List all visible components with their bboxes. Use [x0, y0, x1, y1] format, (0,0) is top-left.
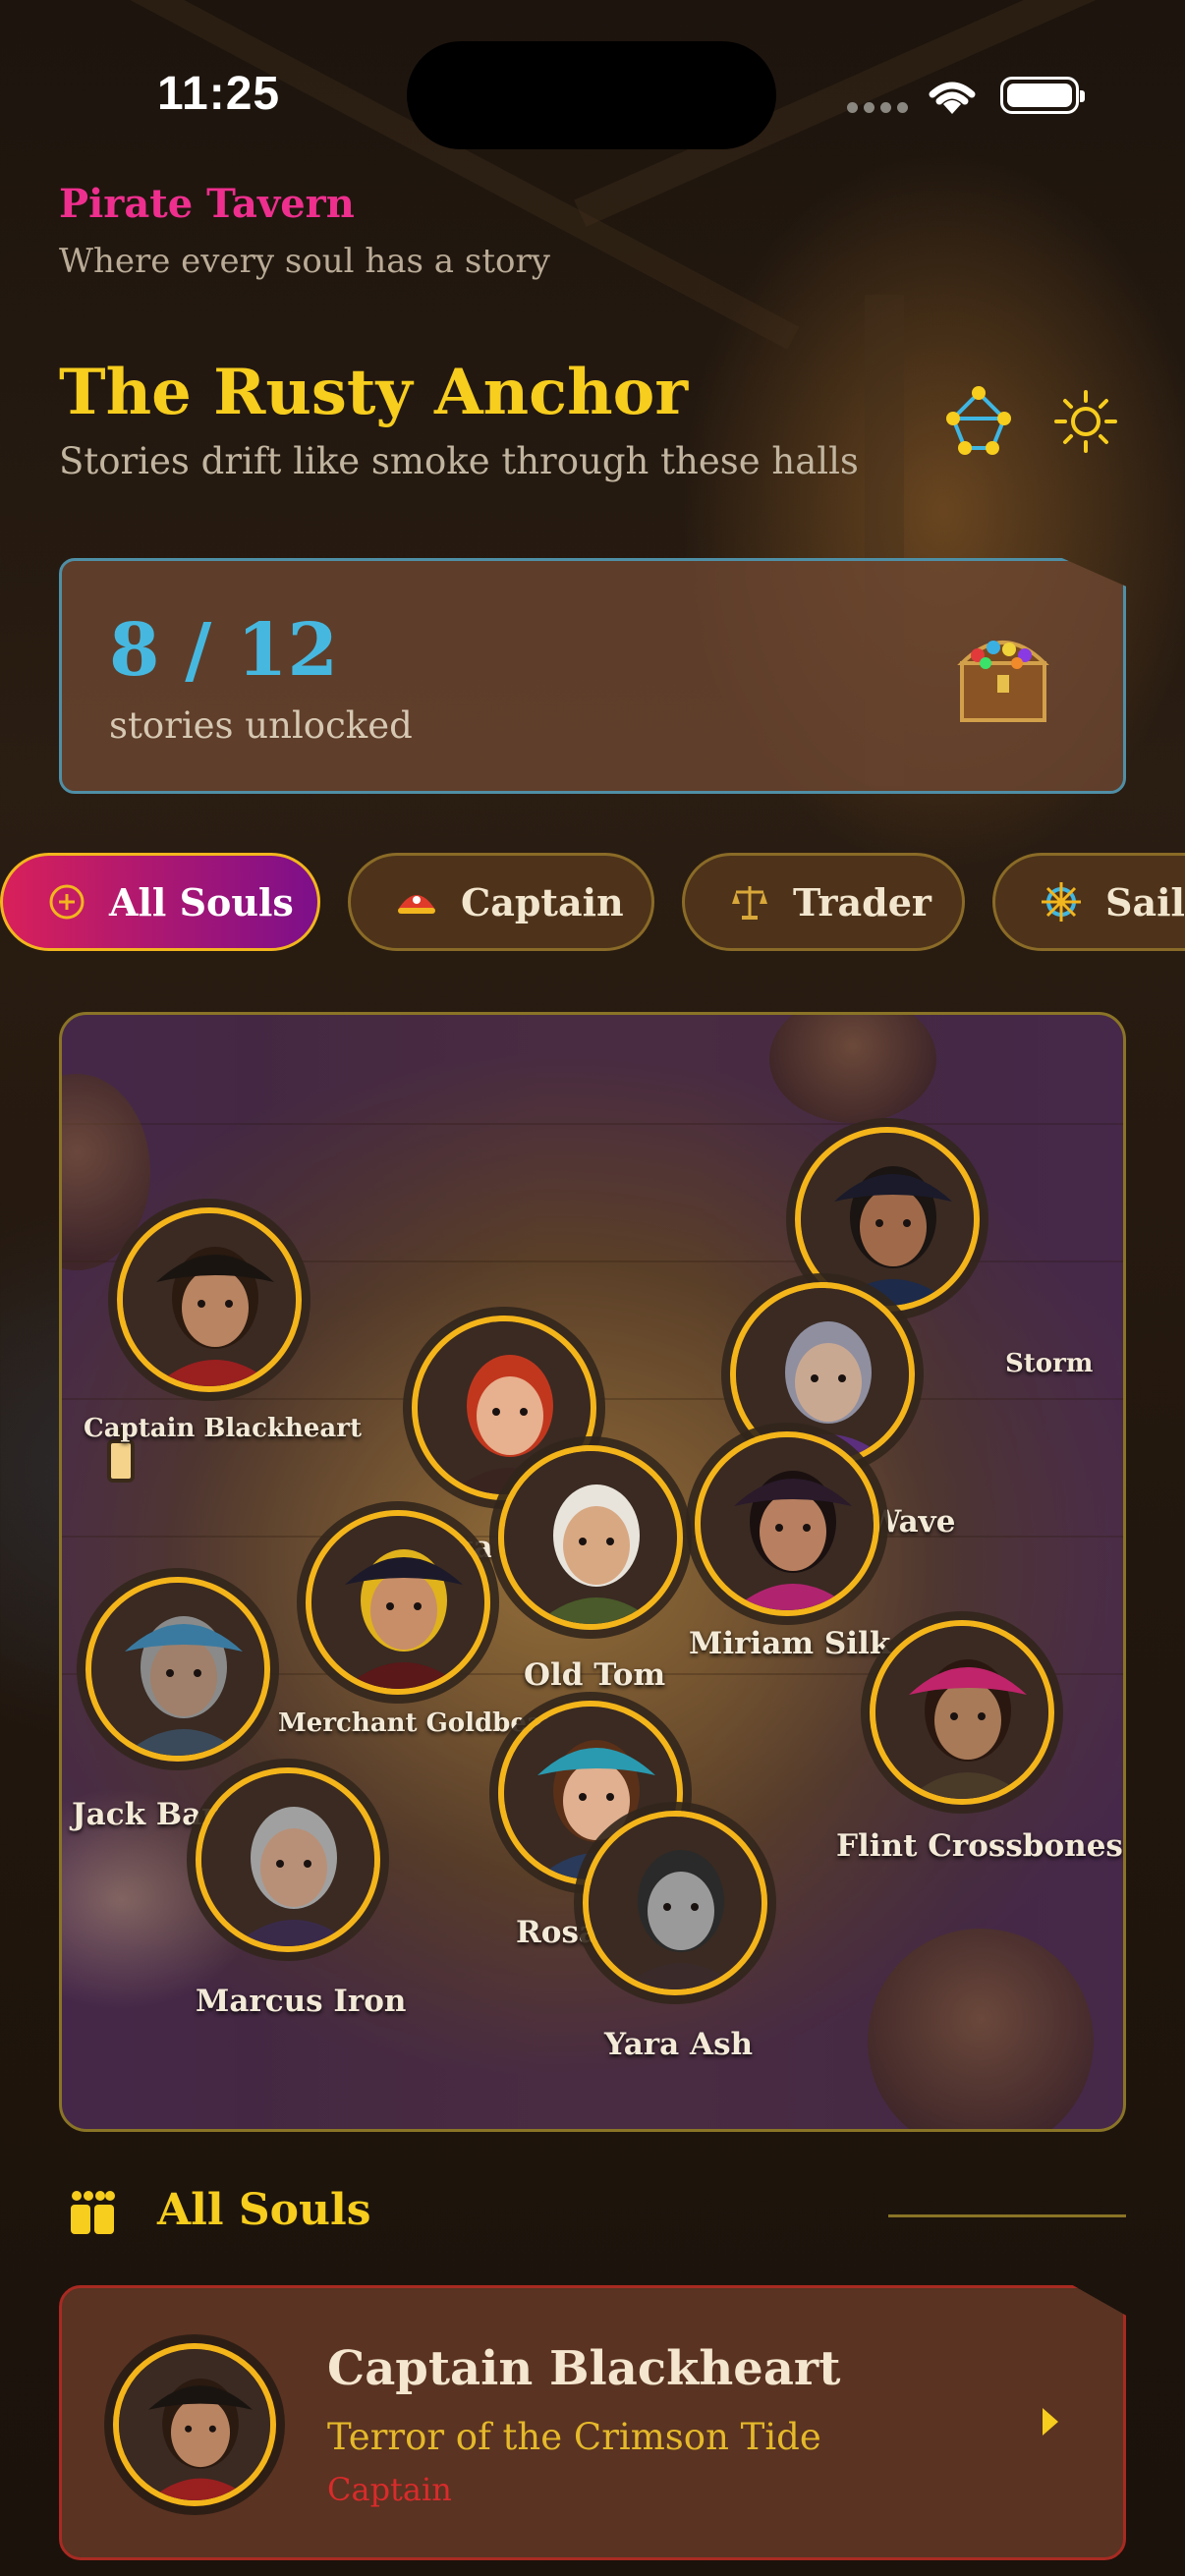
dynamic-island [407, 41, 776, 149]
cellular-signal-icon [847, 102, 908, 113]
soul-name-label: Storm [1005, 1349, 1094, 1378]
soul-card-captain-blackheart[interactable]: Captain Blackheart Terror of the Crimson… [59, 2285, 1126, 2560]
network-graph-icon[interactable] [945, 385, 1012, 456]
chevron-right-icon [1043, 2408, 1058, 2436]
app-title: Pirate Tavern [59, 181, 355, 227]
stories-progress-card: 8 / 12 stories unlocked [59, 558, 1126, 794]
venue-subtitle: Stories drift like smoke through these h… [59, 440, 859, 482]
soul-card-role: Captain [327, 2471, 452, 2508]
soul-name-label: Marcus Iron [196, 1984, 407, 2019]
filter-chip-label: Captain [461, 879, 624, 924]
soul-name-label: Yara Ash [604, 2027, 754, 2062]
filter-chip-trader[interactable]: Trader [682, 853, 965, 951]
portrait [498, 1445, 683, 1630]
soul-name-label: Old Tom [524, 1657, 666, 1693]
filter-chip-sailor[interactable]: Sailor [992, 853, 1185, 951]
portrait [870, 1620, 1054, 1805]
portrait [85, 1577, 270, 1762]
progress-count: 8 / 12 [109, 608, 339, 693]
table-decoration [769, 1015, 936, 1123]
portrait [196, 1767, 380, 1952]
soul-name-label: Captain Blackheart [84, 1414, 362, 1443]
portrait [695, 1431, 879, 1616]
venue-title: The Rusty Anchor [59, 356, 689, 429]
filter-chip-label: Sailor [1105, 879, 1185, 924]
soul-card-name: Captain Blackheart [327, 2341, 841, 2396]
scales-icon [732, 886, 767, 920]
category-filter-bar: All Souls Captain Trader Sailor [0, 853, 1185, 955]
tavern-map: Captain Blackheart Storm Vega Madame Wav… [59, 1012, 1126, 2132]
ship-wheel-icon [1042, 882, 1081, 922]
status-time: 11:25 [157, 68, 281, 120]
wifi-icon [929, 82, 976, 114]
app-subtitle: Where every soul has a story [59, 242, 550, 281]
filter-chip-captain[interactable]: Captain [348, 853, 654, 951]
section-divider [888, 2214, 1126, 2217]
wall-line [62, 1123, 1123, 1125]
filter-chip-label: All Souls [109, 879, 294, 924]
portrait [583, 1811, 767, 1995]
soul-card-epithet: Terror of the Crimson Tide [327, 2416, 821, 2458]
portrait [117, 1207, 302, 1392]
soul-name-label: Miriam Silk [689, 1626, 891, 1661]
battery-icon [1000, 77, 1085, 114]
filter-chip-all-souls[interactable]: All Souls [0, 853, 320, 951]
soul-name-label: Flint Crossbones [836, 1828, 1123, 1864]
portrait [306, 1510, 490, 1695]
crew-group-icon [71, 2191, 115, 2234]
filter-chip-label: Trader [793, 879, 931, 924]
theme-toggle-sun-icon[interactable] [1053, 389, 1118, 454]
treasure-chest-icon [957, 641, 1049, 722]
pirate-hat-icon [398, 895, 435, 914]
avatar [113, 2343, 276, 2506]
progress-label: stories unlocked [109, 704, 413, 747]
section-title: All Souls [157, 2185, 371, 2235]
plus-circle-icon [49, 884, 85, 920]
table-decoration [868, 1929, 1094, 2129]
